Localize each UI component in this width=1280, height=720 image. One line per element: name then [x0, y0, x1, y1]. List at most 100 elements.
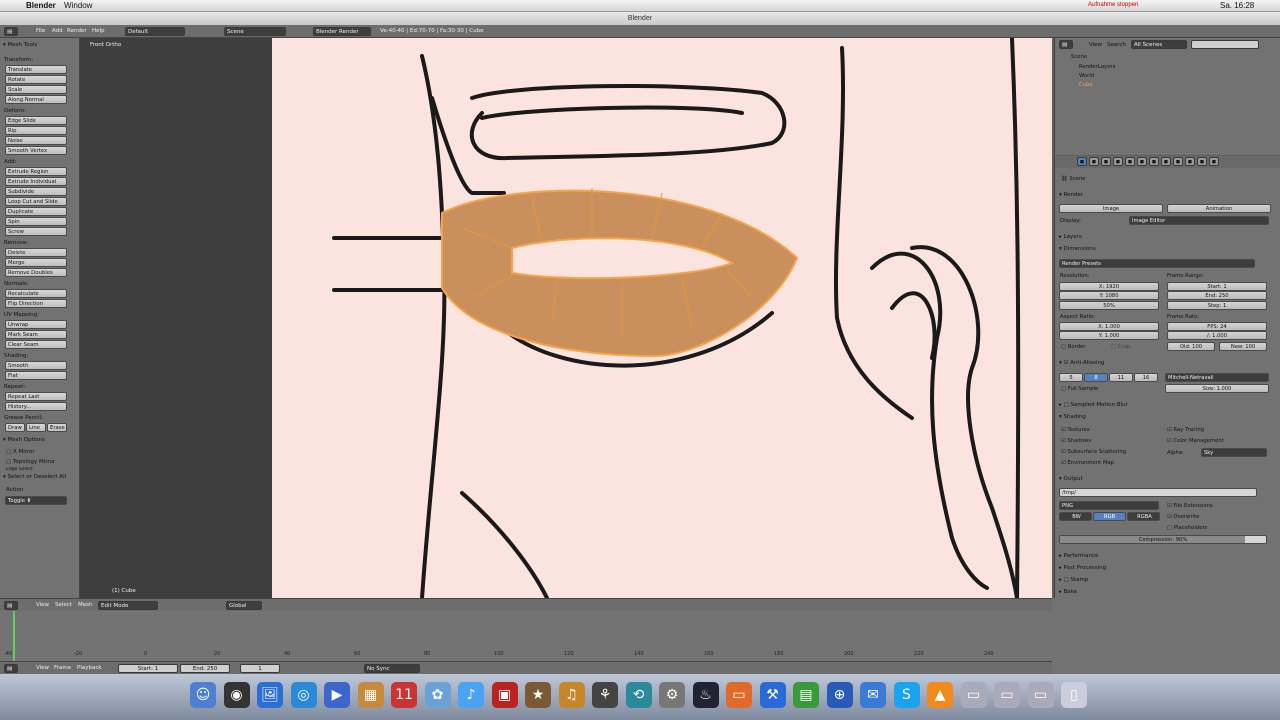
menu-add[interactable]: Add [52, 28, 63, 34]
timeline-frame-menu[interactable]: Frame [54, 665, 71, 671]
finder-icon[interactable]: ☺ [190, 682, 216, 708]
extrude-individual-button[interactable]: Extrude Individual [5, 177, 67, 186]
end-frame-field[interactable]: End: 250 [180, 664, 230, 673]
imovie-icon[interactable]: ★ [525, 682, 551, 708]
object-tab-icon[interactable]: ◼ [1125, 157, 1135, 166]
fps-base-field[interactable]: /: 1.000 [1167, 331, 1267, 340]
constraints-tab-icon[interactable]: ◼ [1137, 157, 1147, 166]
merge-button[interactable]: Merge [5, 258, 67, 267]
aa-samples-5[interactable]: 5 [1059, 373, 1083, 382]
material-tab-icon[interactable]: ◼ [1173, 157, 1183, 166]
grease-draw-button[interactable]: Draw [5, 423, 25, 432]
remove-doubles-button[interactable]: Remove Doubles [5, 268, 67, 277]
viewport-select-menu[interactable]: Select [55, 602, 72, 608]
downloads-icon[interactable]: ▭ [1027, 682, 1054, 708]
placeholders-checkbox[interactable]: ▢ Placeholders [1167, 525, 1207, 531]
viewport-mesh-menu[interactable]: Mesh [78, 602, 92, 608]
smooth-button[interactable]: Smooth [5, 361, 67, 370]
layers-tab-icon[interactable]: ◼ [1089, 157, 1099, 166]
output-path-field[interactable]: /tmp/ [1059, 488, 1257, 497]
outliner-world[interactable]: World [1079, 73, 1094, 79]
color-mode-rgba[interactable]: RGBA [1127, 512, 1160, 521]
mail-icon[interactable]: ✉ [860, 682, 886, 708]
edge-slide-button[interactable]: Edge Slide [5, 116, 67, 125]
outliner-renderlayers[interactable]: RenderLayers [1079, 64, 1115, 70]
display-select[interactable]: Image Editor [1129, 216, 1269, 225]
app-icon[interactable]: ▭ [726, 682, 752, 708]
mode-select[interactable]: Edit Mode [98, 601, 158, 610]
preview-icon[interactable]: 🖼 [257, 682, 283, 708]
app-menu[interactable]: Blender [26, 1, 56, 10]
stamp-panel-header[interactable]: ▸ ▢ Stamp [1059, 577, 1088, 583]
outliner-filter-select[interactable]: All Scenes [1131, 40, 1187, 49]
anti-aliasing-panel-header[interactable]: ▾ ☑ Anti-Aliasing [1059, 360, 1105, 366]
aspect-y-field[interactable]: Y: 1.000 [1059, 331, 1159, 340]
rotate-button[interactable]: Rotate [5, 75, 67, 84]
timeline-view-menu[interactable]: View [36, 665, 49, 671]
outliner-view-menu[interactable]: View [1089, 42, 1102, 48]
shadows-checkbox[interactable]: ☑ Shadows [1061, 438, 1091, 444]
alpha-select[interactable]: Sky [1201, 448, 1267, 457]
delete-button[interactable]: Delete [5, 248, 67, 257]
network-icon[interactable]: ⊕ [826, 682, 853, 708]
timeline-playback-menu[interactable]: Playback [77, 665, 102, 671]
aa-samples-16[interactable]: 16 [1134, 373, 1158, 382]
recording-status[interactable]: Aufnahme stoppen [1088, 2, 1138, 8]
outliner-search-menu[interactable]: Search [1107, 42, 1126, 48]
action-select[interactable]: Toggle ⬍ [5, 496, 67, 505]
menu-file[interactable]: File [36, 28, 45, 34]
resolution-x-field[interactable]: X: 1920 [1059, 282, 1159, 291]
particles-tab-icon[interactable]: ◼ [1197, 157, 1207, 166]
time-new-field[interactable]: New: 100 [1219, 342, 1267, 351]
render-engine-select[interactable]: Blender Render [313, 27, 371, 36]
documents-icon[interactable]: ▭ [994, 682, 1020, 708]
trash-icon[interactable]: ▯ [1061, 682, 1087, 708]
extrude-region-button[interactable]: Extrude Region [5, 167, 67, 176]
start-frame-field[interactable]: Start: 1 [118, 664, 178, 673]
subdivide-button[interactable]: Subdivide [5, 187, 67, 196]
frame-start-field[interactable]: Start: 1 [1167, 282, 1267, 291]
render-animation-button[interactable]: Animation [1167, 204, 1271, 213]
dashboard-icon[interactable]: ◉ [223, 682, 250, 708]
viewport-view-menu[interactable]: View [36, 602, 49, 608]
ical-icon[interactable]: 11 [391, 682, 417, 708]
flip-direction-button[interactable]: Flip Direction [5, 299, 67, 308]
frame-step-field[interactable]: Step: 1 [1167, 301, 1267, 310]
topology-mirror-checkbox[interactable]: ▢ Topology Mirror [6, 459, 55, 465]
garageband-icon[interactable]: ♫ [558, 682, 585, 708]
noise-button[interactable]: Noise [5, 136, 67, 145]
facetime-icon[interactable]: ▶ [324, 682, 350, 708]
safari-icon[interactable]: ◎ [290, 682, 317, 708]
itunes-icon[interactable]: ♪ [458, 682, 484, 708]
steam-icon[interactable]: ♨ [692, 682, 719, 708]
menu-render[interactable]: Render [67, 28, 87, 34]
menu-help[interactable]: Help [92, 28, 105, 34]
spin-button[interactable]: Spin [5, 217, 67, 226]
textures-checkbox[interactable]: ☑ Textures [1061, 427, 1090, 433]
screw-button[interactable]: Screw [5, 227, 67, 236]
data-tab-icon[interactable]: ◼ [1161, 157, 1171, 166]
flat-button[interactable]: Flat [5, 371, 67, 380]
x-mirror-checkbox[interactable]: ▢ X Mirror [6, 449, 35, 455]
texture-tab-icon[interactable]: ◼ [1185, 157, 1195, 166]
xcode-icon[interactable]: ⚒ [759, 682, 786, 708]
full-sample-checkbox[interactable]: ▢ Full Sample [1061, 386, 1098, 392]
guitar-icon[interactable]: ⚘ [592, 682, 618, 708]
ray-tracing-checkbox[interactable]: ☑ Ray Tracing [1167, 427, 1204, 433]
scene-tab-icon[interactable]: ◼ [1101, 157, 1111, 166]
viewport-editor-icon[interactable]: ▤ [4, 601, 18, 610]
resolution-y-field[interactable]: Y: 1080 [1059, 291, 1159, 300]
vlc-icon[interactable]: ▲ [927, 682, 953, 708]
aa-samples-11[interactable]: 11 [1109, 373, 1133, 382]
physics-tab-icon[interactable]: ◼ [1209, 157, 1219, 166]
aa-size-field[interactable]: Size: 1.000 [1165, 384, 1269, 393]
compression-slider[interactable]: Compression: 90% [1059, 535, 1267, 544]
performance-panel-header[interactable]: ▸ Performance [1059, 553, 1098, 559]
output-format-select[interactable]: PNG [1059, 501, 1159, 510]
clear-seam-button[interactable]: Clear Seam [5, 340, 67, 349]
file-extensions-checkbox[interactable]: ☑ File Extensions [1167, 503, 1213, 509]
post-processing-panel-header[interactable]: ▸ Post Processing [1059, 565, 1106, 571]
aa-filter-select[interactable]: Mitchell-Netravali [1165, 373, 1269, 382]
repeat-last-button[interactable]: Repeat Last [5, 392, 67, 401]
world-tab-icon[interactable]: ◼ [1113, 157, 1123, 166]
